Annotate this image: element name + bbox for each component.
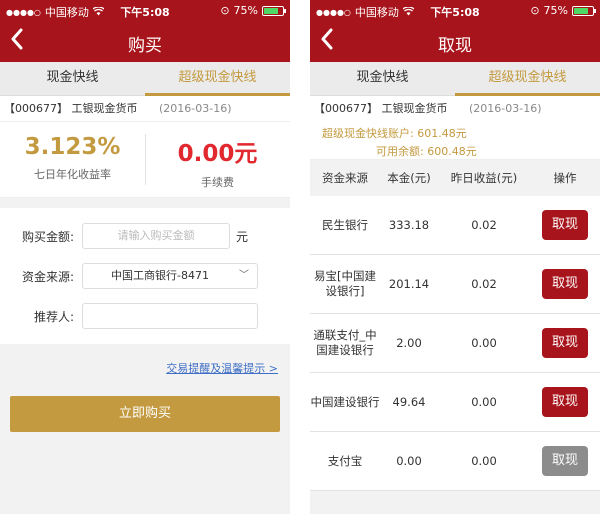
- tab-cash-express[interactable]: 现金快线: [310, 62, 455, 95]
- fund-name: 【000677】 工银现金货币: [314, 102, 448, 115]
- row-yesterday: 0.02: [471, 218, 497, 232]
- header-yesterday-earnings: 昨日收益(元): [450, 171, 518, 185]
- row-principal: 0.00: [396, 454, 422, 468]
- withdraw-button-disabled[interactable]: 取现: [542, 446, 588, 476]
- header-principal: 本金(元): [387, 171, 431, 185]
- row-principal: 201.14: [388, 277, 430, 291]
- amount-label: 购买金额:: [21, 229, 74, 244]
- fund-info: 【000677】 工银现金货币 (2016-03-16): [0, 96, 290, 122]
- source-select[interactable]: 中国工商银行-8471 ﹀: [82, 263, 258, 289]
- page-title: 购买: [128, 36, 162, 56]
- purchase-screen: ●●●●○ 中国移动 下午5:08 ⊙ 75% 购买 现金快线 超级现金快线 【…: [0, 0, 290, 514]
- table-header: 资金来源 本金(元) 昨日收益(元) 操作: [310, 160, 600, 196]
- trade-tips-link[interactable]: 交易提醒及温馨提示 >: [0, 360, 290, 376]
- table-row: 通联支付_中国建设银行 2.00 0.00 取现: [310, 314, 600, 373]
- status-bar: ●●●●○ 中国移动 下午5:08 ⊙ 75%: [310, 0, 600, 22]
- table-row: 支付宝 0.00 0.00 取现: [310, 432, 600, 491]
- withdraw-button[interactable]: 取现: [542, 387, 588, 417]
- fund-date: (2016-03-16): [469, 102, 542, 115]
- tab-cash-express[interactable]: 现金快线: [0, 62, 145, 95]
- withdraw-button[interactable]: 取现: [542, 328, 588, 358]
- referrer-label: 推荐人:: [33, 309, 74, 324]
- amount-unit: 元: [236, 229, 249, 244]
- available-balance: 可用余额: 600.48元: [376, 145, 477, 158]
- fee-value: 0.00元: [177, 141, 258, 167]
- tab-bar: 现金快线 超级现金快线: [0, 62, 290, 96]
- chevron-down-icon: ﹀: [239, 270, 249, 281]
- row-principal: 49.64: [392, 395, 426, 409]
- withdraw-button[interactable]: 取现: [542, 269, 588, 299]
- seven-day-yield-value: 3.123%: [24, 134, 121, 160]
- row-yesterday: 0.00: [471, 336, 497, 350]
- table-row: 民生银行 333.18 0.02 取现: [310, 196, 600, 255]
- row-source: 民生银行: [322, 217, 368, 232]
- nav-bar: 取现: [310, 22, 600, 62]
- fund-date: (2016-03-16): [159, 102, 232, 115]
- table-row: 易宝[中国建设银行] 201.14 0.02 取现: [310, 255, 600, 314]
- row-yesterday: 0.00: [471, 395, 497, 409]
- buy-now-button[interactable]: 立即购买: [10, 396, 280, 432]
- row-source: 通联支付_中国建设银行: [313, 328, 377, 357]
- row-principal: 333.18: [388, 218, 430, 232]
- tab-bar: 现金快线 超级现金快线: [310, 62, 600, 96]
- withdraw-button[interactable]: 取现: [542, 210, 588, 240]
- header-source: 资金来源: [322, 171, 368, 185]
- battery-percent: 75%: [543, 4, 568, 17]
- header-action: 操作: [553, 171, 577, 185]
- account-balance: 超级现金快线账户: 601.48元: [322, 127, 467, 140]
- source-select-value: 中国工商银行-8471: [111, 269, 209, 282]
- withdraw-screen: ●●●●○ 中国移动 下午5:08 ⊙ 75% 取现 现金快线 超级现金快线 【…: [310, 0, 600, 514]
- rotation-lock-icon: ⊙: [220, 4, 230, 17]
- row-yesterday: 0.02: [471, 277, 497, 291]
- battery-icon: [262, 5, 286, 16]
- page-title: 取现: [438, 36, 472, 56]
- rotation-lock-icon: ⊙: [530, 4, 540, 17]
- seven-day-yield-label: 七日年化收益率: [34, 168, 111, 181]
- battery-percent: 75%: [233, 4, 258, 17]
- battery-icon: [572, 5, 596, 16]
- fee-label: 手续费: [201, 176, 234, 189]
- tab-super-cash-express[interactable]: 超级现金快线: [145, 62, 290, 96]
- status-bar: ●●●●○ 中国移动 下午5:08 ⊙ 75%: [0, 0, 290, 22]
- yield-panel: 3.123% 七日年化收益率 0.00元 手续费: [0, 122, 290, 198]
- amount-input[interactable]: 请输入购买金额: [82, 223, 230, 249]
- purchase-form: 购买金额: 请输入购买金额 元 资金来源: 中国工商银行-8471 ﹀ 推荐人:: [0, 208, 290, 344]
- row-source: 易宝[中国建设银行]: [314, 269, 376, 298]
- balance-info: 超级现金快线账户: 601.48元 可用余额: 600.48元: [310, 122, 600, 160]
- row-source: 中国建设银行: [310, 394, 380, 409]
- source-label: 资金来源:: [21, 269, 74, 284]
- tab-super-cash-express[interactable]: 超级现金快线: [455, 62, 600, 96]
- row-principal: 2.00: [396, 336, 422, 350]
- nav-bar: 购买: [0, 22, 290, 62]
- table-row: 中国建设银行 49.64 0.00 取现: [310, 373, 600, 432]
- row-yesterday: 0.00: [471, 454, 497, 468]
- withdraw-table-body: 民生银行 333.18 0.02 取现 易宝[中国建设银行] 201.14 0.…: [310, 196, 600, 491]
- fund-info: 【000677】 工银现金货币 (2016-03-16): [310, 96, 600, 122]
- fund-name: 【000677】 工银现金货币: [4, 102, 138, 115]
- row-source: 支付宝: [327, 453, 363, 468]
- referrer-input[interactable]: [82, 303, 258, 329]
